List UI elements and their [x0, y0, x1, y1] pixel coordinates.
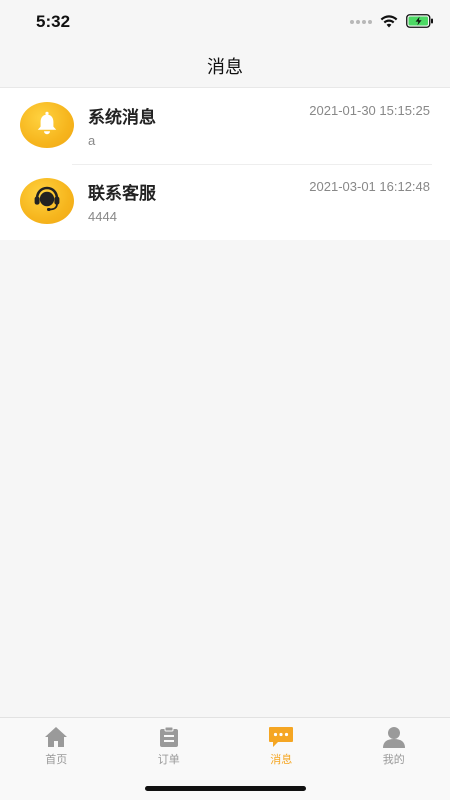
message-timestamp: 2021-03-01 16:12:48 [309, 179, 430, 194]
bell-icon [34, 110, 60, 140]
tab-profile[interactable]: 我的 [338, 718, 450, 770]
tab-label: 消息 [270, 753, 293, 766]
battery-charging-icon [406, 13, 434, 32]
tab-orders[interactable]: 订单 [113, 718, 226, 770]
chat-icon [268, 725, 294, 749]
message-item-system[interactable]: 系统消息 2021-01-30 15:15:25 a [0, 88, 450, 164]
status-icons [350, 13, 434, 32]
customer-service-avatar [20, 178, 74, 224]
tab-label: 首页 [45, 753, 68, 766]
clipboard-icon [156, 725, 182, 749]
message-preview: a [88, 133, 96, 148]
tab-label: 我的 [382, 753, 405, 766]
tab-label: 订单 [157, 753, 180, 766]
message-preview: 4444 [88, 209, 117, 224]
home-icon [43, 725, 69, 749]
message-title: 联系客服 [88, 184, 156, 204]
home-indicator [145, 786, 306, 791]
tab-messages[interactable]: 消息 [225, 718, 338, 770]
system-message-avatar [20, 102, 74, 148]
message-list: 系统消息 2021-01-30 15:15:25 a 联系客服 2021-03-… [0, 88, 450, 240]
message-item-customer-service[interactable]: 联系客服 2021-03-01 16:12:48 4444 [0, 164, 450, 240]
cellular-signal-icon [350, 20, 372, 24]
message-title: 系统消息 [88, 108, 156, 128]
message-timestamp: 2021-01-30 15:15:25 [309, 103, 430, 118]
status-bar: 5:32 [0, 0, 450, 44]
page-title: 消息 [207, 56, 243, 78]
user-icon [381, 725, 407, 749]
headset-icon [32, 185, 62, 217]
tab-home[interactable]: 首页 [0, 718, 113, 770]
wifi-icon [380, 13, 398, 32]
navigation-bar: 消息 [0, 44, 450, 88]
status-time: 5:32 [36, 12, 71, 31]
